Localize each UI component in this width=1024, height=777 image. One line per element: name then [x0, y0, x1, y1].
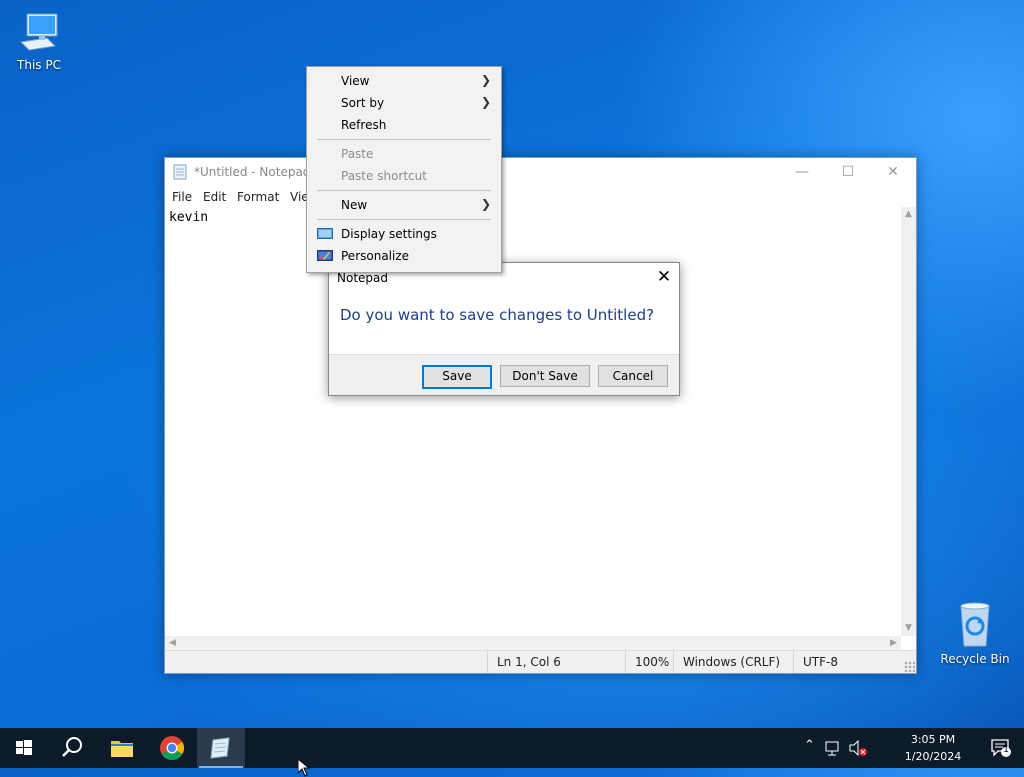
status-encoding: UTF-8: [793, 651, 903, 673]
maximize-button[interactable]: ☐: [825, 158, 871, 187]
computer-icon: [19, 13, 58, 51]
file-explorer-button[interactable]: [98, 728, 146, 768]
chevron-right-icon: ❯: [480, 197, 491, 211]
menu-separator: [317, 219, 491, 220]
menu-item-label: Paste: [341, 147, 374, 161]
search-icon: [62, 737, 82, 757]
save-changes-dialog: Notepad ✕ Do you want to save changes to…: [328, 262, 680, 396]
minimize-button[interactable]: —: [779, 158, 825, 187]
chevron-right-icon: ❯: [480, 95, 491, 109]
status-bar: Ln 1, Col 6 100% Windows (CRLF) UTF-8: [165, 650, 916, 673]
dont-save-button[interactable]: Don't Save: [500, 365, 590, 387]
dialog-close-button[interactable]: ✕: [649, 263, 679, 291]
close-icon: ✕: [887, 164, 899, 180]
menu-item-sort-by[interactable]: Sort by ❯: [307, 92, 501, 114]
menu-item-new[interactable]: New ❯: [307, 194, 501, 216]
file-explorer-icon: [111, 741, 133, 757]
notification-count: 1: [1003, 745, 1009, 755]
mouse-cursor-icon: [298, 759, 310, 777]
resize-grip-icon[interactable]: [904, 661, 915, 672]
menu-item-paste-shortcut[interactable]: Paste shortcut: [307, 165, 501, 187]
menu-format[interactable]: Format: [237, 190, 279, 204]
clock-date: 1/20/2024: [904, 750, 962, 763]
save-button[interactable]: Save: [422, 365, 492, 389]
dialog-footer: Save Don't Save Cancel: [329, 354, 679, 395]
desktop-context-menu: View ❯ Sort by ❯ Refresh Paste Paste sho…: [306, 66, 502, 273]
maximize-icon: ☐: [841, 164, 855, 180]
scroll-down-icon[interactable]: ▼: [901, 621, 916, 636]
menu-item-label: View: [341, 74, 370, 88]
notepad-taskbar-button[interactable]: [197, 728, 245, 768]
notepad-icon: [210, 737, 230, 759]
scroll-right-icon[interactable]: ▶: [886, 636, 901, 651]
menu-item-view[interactable]: View ❯: [307, 70, 501, 92]
menu-item-label: Sort by: [341, 96, 385, 110]
menu-item-paste[interactable]: Paste: [307, 143, 501, 165]
menu-item-label: Display settings: [341, 227, 437, 241]
chevron-right-icon: ❯: [480, 73, 491, 87]
horizontal-scrollbar[interactable]: ◀ ▶: [165, 636, 901, 651]
desktop-icon-recycle-bin[interactable]: Recycle Bin: [937, 602, 1013, 666]
action-center-button[interactable]: 1: [990, 738, 1012, 758]
menu-item-label: Refresh: [341, 118, 387, 132]
notepad-titlebar[interactable]: *Untitled - Notepad — ☐ ✕: [165, 158, 916, 187]
editor-content: kevin: [169, 210, 209, 225]
menu-item-label: Paste shortcut: [341, 169, 427, 183]
notepad-icon: [173, 164, 187, 180]
dialog-message: Do you want to save changes to Untitled?: [340, 306, 655, 324]
status-cursor-position: Ln 1, Col 6: [487, 651, 617, 673]
menu-item-label: Personalize: [341, 249, 410, 263]
menu-file[interactable]: File: [172, 190, 192, 204]
menu-item-refresh[interactable]: Refresh: [307, 114, 501, 136]
search-button[interactable]: [48, 728, 96, 768]
status-zoom: 100%: [625, 651, 675, 673]
start-icon: [16, 740, 32, 755]
display-icon: [317, 228, 333, 239]
taskbar: ⌃ 3:05 PM 1/20/2024 1: [0, 728, 1024, 768]
dialog-title: Notepad: [337, 271, 388, 285]
recycle-bin-icon: [960, 602, 990, 647]
vertical-scrollbar[interactable]: ▲ ▼: [901, 207, 916, 636]
taskbar-clock[interactable]: 3:05 PM 1/20/2024: [899, 731, 967, 765]
clock-time: 3:05 PM: [910, 733, 956, 746]
menu-separator: [317, 139, 491, 140]
notepad-window[interactable]: *Untitled - Notepad — ☐ ✕ File Edit Form…: [164, 157, 917, 674]
minimize-icon: —: [795, 164, 809, 180]
start-button[interactable]: [0, 728, 48, 768]
menu-item-label: New: [341, 198, 368, 212]
desktop-icon-label: This PC: [17, 58, 61, 72]
menu-item-display-settings[interactable]: Display settings: [307, 223, 501, 245]
menu-edit[interactable]: Edit: [203, 190, 226, 204]
scroll-up-icon[interactable]: ▲: [901, 207, 916, 222]
menu-separator: [317, 190, 491, 191]
personalize-icon: [317, 250, 333, 261]
close-icon: ✕: [656, 267, 672, 287]
scroll-left-icon[interactable]: ◀: [165, 636, 180, 651]
menu-bar: File Edit Format Vie: [165, 187, 916, 207]
volume-muted-icon[interactable]: [848, 738, 868, 758]
status-line-ending: Windows (CRLF): [673, 651, 783, 673]
network-icon[interactable]: [824, 738, 844, 758]
chrome-icon: [160, 736, 185, 761]
close-button[interactable]: ✕: [870, 158, 916, 187]
window-title: *Untitled - Notepad: [194, 165, 311, 179]
chevron-up-icon[interactable]: ⌃: [804, 738, 815, 753]
system-tray: ⌃: [804, 728, 884, 768]
desktop-icon-label: Recycle Bin: [940, 652, 1010, 666]
cancel-button[interactable]: Cancel: [598, 365, 668, 387]
chrome-button[interactable]: [148, 728, 196, 768]
desktop-icon-this-pc[interactable]: This PC: [1, 10, 77, 72]
menu-item-personalize[interactable]: Personalize: [307, 245, 501, 267]
